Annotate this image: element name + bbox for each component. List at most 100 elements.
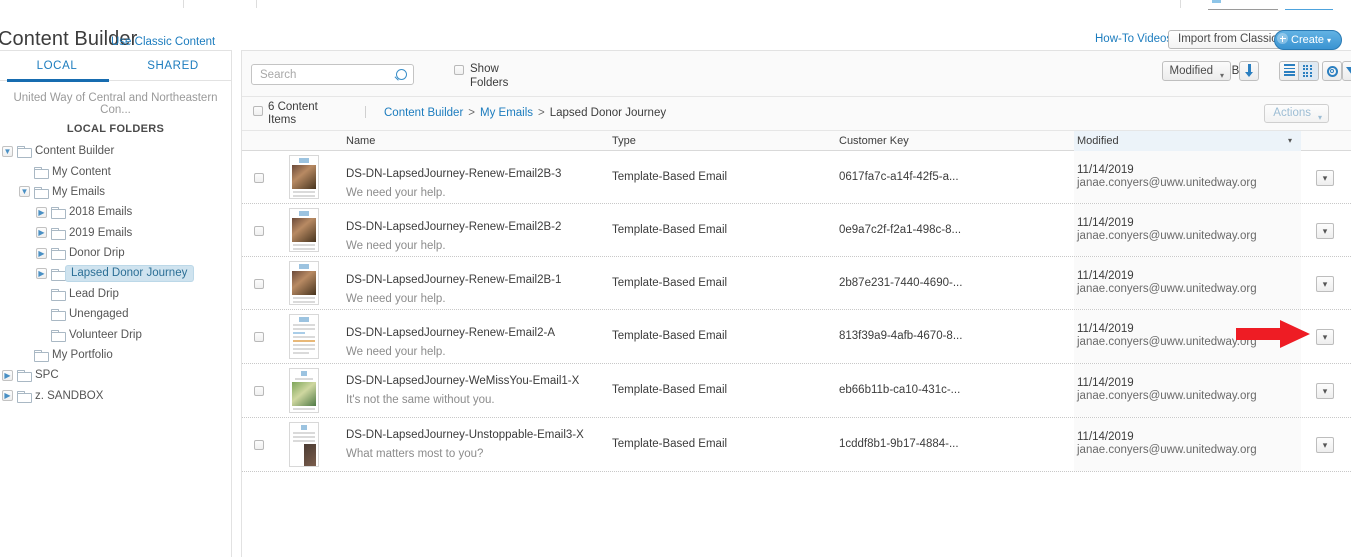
folder-tree-item[interactable]: My Portfolio [0,345,232,365]
chevron-right-icon[interactable]: ▶ [36,227,47,239]
folder-tree-item[interactable]: ▶ 2019 Emails [0,223,232,243]
column-header-modified[interactable]: Modified ▾ [1074,131,1301,151]
folder-tree-item[interactable]: Lead Drip [0,284,232,304]
breadcrumb-separator: > [538,107,545,119]
filter-button[interactable] [1342,61,1351,81]
grid-view-button[interactable] [1299,61,1319,81]
row-name[interactable]: DS-DN-LapsedJourney-Renew-Email2-A We nee… [346,327,601,358]
use-classic-content-link[interactable]: Use Classic Content [111,36,215,48]
create-button[interactable]: Create ▾ [1274,30,1342,50]
sort-descending-icon: ▾ [1287,136,1292,145]
folder-tree-item[interactable]: ▶ z. SANDBOX [0,386,232,406]
folder-tree-item-label: Unengaged [69,308,129,321]
chevron-down-icon[interactable]: ▼ [19,186,30,198]
row-checkbox[interactable] [254,225,264,236]
import-from-classic-button[interactable]: Import from Classic [1168,30,1288,49]
show-folders-checkbox[interactable] [454,65,464,75]
row-modified-date: 11/14/2019 [1077,431,1134,443]
global-nav-cutoff [0,0,1351,10]
folder-tree-item-label: My Emails [52,185,106,198]
list-view-button[interactable] [1279,61,1299,81]
tab-local[interactable]: LOCAL [0,51,115,82]
gear-icon [1326,65,1338,77]
settings-button[interactable] [1322,61,1342,81]
row-menu-button[interactable]: ▾ [1316,169,1334,186]
folder-tree-item[interactable]: ▶ SPC [0,365,232,385]
folder-tree-item[interactable]: ▶ Donor Drip [0,243,232,263]
folder-icon [34,186,49,199]
row-customer-key: eb66b11b-ca10-431c-... [839,384,961,396]
chevron-right-icon[interactable]: ▶ [2,369,13,381]
folder-tree-item[interactable]: Unengaged [0,304,232,324]
row-name[interactable]: DS-DN-LapsedJourney-Renew-Email2B-3 We ne… [346,168,601,199]
column-header-customer-key[interactable]: Customer Key [839,131,909,151]
row-customer-key: 0617fa7c-a14f-42f5-a... [839,170,959,183]
content-builder-page: Content Builder Use Classic Content How-… [0,0,1351,557]
folder-tree-item[interactable]: ▶ Lapsed Donor Journey [0,263,232,283]
how-to-videos-link[interactable]: How-To Videos [1095,33,1172,45]
search-box[interactable] [251,64,414,85]
table-row[interactable]: DS-DN-LapsedJourney-Unstoppable-Email3-X… [242,418,1351,472]
sort-direction-button[interactable] [1239,61,1259,81]
folder-icon [51,227,66,240]
table-row[interactable]: DS-DN-LapsedJourney-WeMissYou-Email1-X It… [242,364,1351,418]
row-modified-by: janae.conyers@uww.unitedway.org [1077,229,1257,242]
folder-tree-item[interactable]: My Content [0,161,232,181]
chevron-right-icon[interactable]: ▶ [36,268,47,280]
column-header-name[interactable]: Name [346,131,375,151]
table-row[interactable]: DS-DN-LapsedJourney-Renew-Email2B-2 We ne… [242,204,1351,257]
table-row[interactable]: DS-DN-LapsedJourney-Renew-Email2B-1 We ne… [242,257,1351,310]
chevron-down-icon: ▾ [1327,36,1332,45]
row-name-text: DS-DN-LapsedJourney-Unstoppable-Email3-X [346,429,584,441]
chevron-down-icon[interactable]: ▼ [2,145,13,157]
row-name[interactable]: DS-DN-LapsedJourney-Renew-Email2B-1 We ne… [346,274,601,305]
chevron-right-icon[interactable]: ▶ [36,247,47,259]
row-checkbox[interactable] [254,440,264,450]
search-input[interactable] [258,65,388,84]
row-checkbox[interactable] [254,386,264,396]
tab-shared[interactable]: SHARED [115,51,231,81]
folder-tree-item[interactable]: ▼ My Emails [0,182,232,202]
row-menu-button[interactable]: ▾ [1316,329,1334,345]
row-checkbox[interactable] [254,278,264,289]
row-name[interactable]: DS-DN-LapsedJourney-Renew-Email2B-2 We ne… [346,221,601,252]
row-name[interactable]: DS-DN-LapsedJourney-Unstoppable-Email3-X… [346,429,601,460]
folder-icon [34,350,49,363]
row-modified: 11/14/2019 janae.conyers@uww.unitedway.or… [1074,257,1301,309]
row-name[interactable]: DS-DN-LapsedJourney-WeMissYou-Email1-X It… [346,375,601,406]
folder-tree-item[interactable]: ▼ Content Builder [0,141,232,161]
column-header-type[interactable]: Type [612,131,636,151]
row-menu-button[interactable]: ▾ [1316,275,1334,292]
row-modified: 11/14/2019 janae.conyers@uww.unitedway.or… [1074,418,1301,471]
breadcrumb-item-content-builder[interactable]: Content Builder [384,107,463,119]
breadcrumb-bar: 6 Content Items Content Builder > My Emails… [242,97,1351,131]
table-row[interactable]: DS-DN-LapsedJourney-Renew-Email2-A We nee… [242,310,1351,364]
chevron-right-icon[interactable]: ▶ [2,390,13,402]
row-checkbox[interactable] [254,332,264,342]
sidebar-tabs: LOCAL SHARED [0,51,231,82]
table-row[interactable]: DS-DN-LapsedJourney-Renew-Email2B-3 We ne… [242,151,1351,204]
select-all-checkbox[interactable] [253,106,263,116]
row-menu-button[interactable]: ▾ [1316,383,1334,399]
folder-tree-item[interactable]: Volunteer Drip [0,325,232,345]
row-customer-key: 0e9a7c2f-f2a1-498c-8... [839,223,962,236]
row-modified-date: 11/14/2019 [1077,216,1134,229]
row-checkbox[interactable] [254,172,264,183]
breadcrumb-item-my-emails[interactable]: My Emails [480,107,533,119]
chevron-right-icon[interactable]: ▶ [36,206,47,218]
row-type: Template-Based Email [612,223,728,236]
folder-tree-item-label: SPC [35,369,59,382]
actions-button[interactable]: Actions ▾ [1264,104,1329,123]
folder-tree-item[interactable]: ▶ 2018 Emails [0,202,232,222]
row-modified: 11/14/2019 janae.conyers@uww.unitedway.or… [1074,310,1301,363]
search-icon[interactable] [396,69,407,80]
folder-icon [51,207,66,220]
row-menu-button[interactable]: ▾ [1316,222,1334,239]
row-name-text: DS-DN-LapsedJourney-Renew-Email2B-2 [346,221,562,233]
row-menu-button[interactable]: ▾ [1316,437,1334,453]
chevron-down-icon: ▾ [1322,172,1328,183]
sort-by-select[interactable]: Modified ▾ [1161,61,1231,81]
table-header: Name Type Customer Key Modified ▾ [242,131,1351,151]
